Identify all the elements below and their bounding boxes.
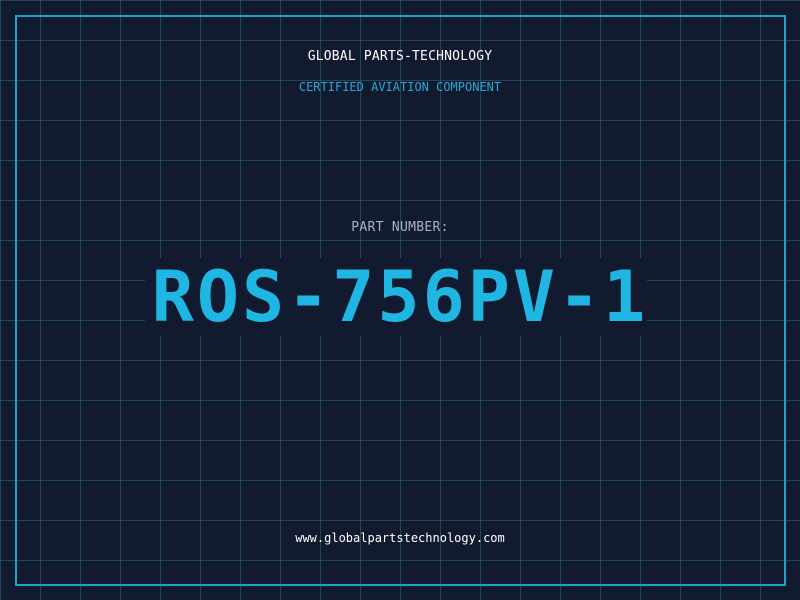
certification-subtitle: CERTIFIED AVIATION COMPONENT [298, 80, 502, 94]
company-name: GLOBAL PARTS-TECHNOLOGY [307, 49, 493, 64]
part-number-label: PART NUMBER: [351, 220, 449, 235]
part-number-value: ROS-756PV-1 [151, 256, 649, 338]
website-url: www.globalpartstechnology.com [295, 531, 505, 545]
